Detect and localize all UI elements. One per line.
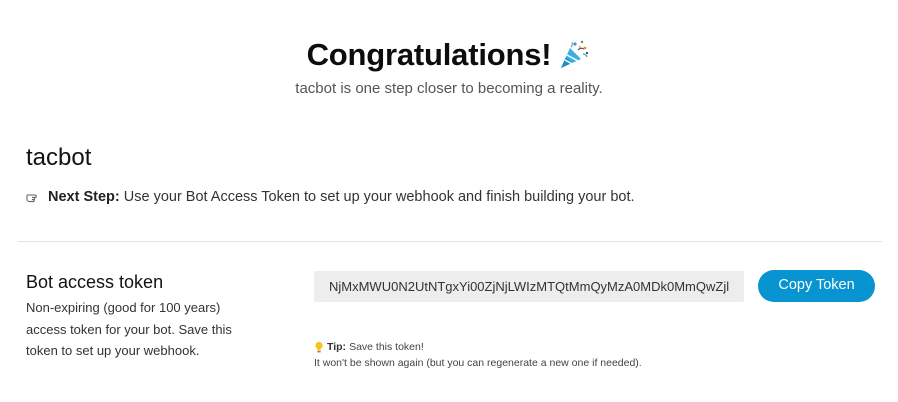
party-popper-icon xyxy=(557,38,591,72)
title-row: Congratulations! xyxy=(0,34,898,76)
copy-token-button[interactable]: Copy Token xyxy=(758,270,875,302)
token-heading: Bot access token xyxy=(26,272,164,292)
token-field[interactable]: NjMxMWU0N2UtNTgxYi00ZjNjLWIzMTQtMmQyMzA0… xyxy=(314,271,744,302)
token-description: Non-expiring (good for 100 years) access… xyxy=(26,300,232,358)
tip-line2: It won't be shown again (but you can reg… xyxy=(314,357,642,369)
header: Congratulations! tacbot is one step clos… xyxy=(0,34,898,97)
tip: Tip: Save this token! It won't be shown … xyxy=(314,339,642,371)
tip-label: Tip: xyxy=(327,341,347,353)
pointing-hand-icon xyxy=(26,190,40,204)
lightbulb-icon xyxy=(314,341,324,353)
next-step-text: Use your Bot Access Token to set up your… xyxy=(123,189,635,205)
page-title: Congratulations! xyxy=(306,37,552,72)
next-step-label: Next Step: xyxy=(48,189,120,205)
next-step: Next Step: Use your Bot Access Token to … xyxy=(26,189,635,205)
subtitle: tacbot is one step closer to becoming a … xyxy=(295,80,603,97)
bot-name: tacbot xyxy=(26,144,92,171)
divider xyxy=(18,241,882,242)
tip-line1: Save this token! xyxy=(349,341,424,353)
